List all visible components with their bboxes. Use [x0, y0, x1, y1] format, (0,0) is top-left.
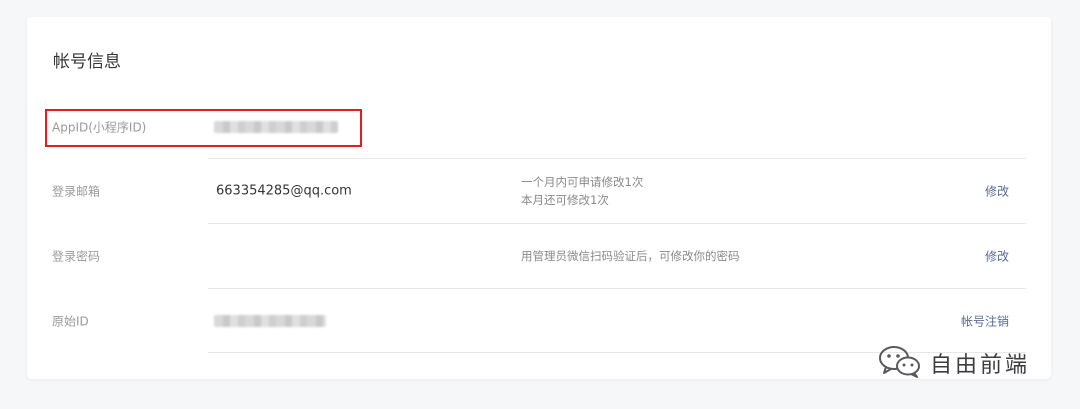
wechat-icon — [878, 344, 922, 382]
deregister-account-link[interactable]: 帐号注销 — [961, 313, 1009, 330]
watermark-text: 自由前端 — [930, 353, 1031, 378]
watermark: 自由前端 — [878, 343, 1030, 383]
modify-email-link[interactable]: 修改 — [985, 183, 1009, 200]
password-desc-line: 用管理员微信扫码验证后，可修改你的密码 — [521, 249, 740, 263]
email-row: 登录邮箱 663354285@qq.com 一个月内可申请修改1次 本月还可修改… — [27, 159, 1051, 223]
modify-password-link[interactable]: 修改 — [985, 248, 1009, 265]
email-desc-line: 一个月内可申请修改1次 — [521, 175, 644, 189]
appid-highlight-box — [45, 109, 362, 147]
card-title: 帐号信息 — [53, 52, 121, 72]
email-desc-line: 本月还可修改1次 — [521, 193, 609, 207]
email-desc: 一个月内可申请修改1次 本月还可修改1次 — [521, 173, 643, 209]
account-info-card: 帐号信息 AppID(小程序ID) 登录邮箱 663354285@qq.com … — [27, 17, 1051, 379]
email-value: 663354285@qq.com — [216, 183, 352, 199]
original-id-label: 原始ID — [52, 314, 89, 329]
original-id-value-redacted — [214, 315, 326, 327]
password-desc: 用管理员微信扫码验证后，可修改你的密码 — [521, 247, 740, 265]
email-label: 登录邮箱 — [52, 184, 101, 199]
password-label: 登录密码 — [52, 249, 101, 264]
password-row: 登录密码 用管理员微信扫码验证后，可修改你的密码 修改 — [27, 224, 1051, 288]
